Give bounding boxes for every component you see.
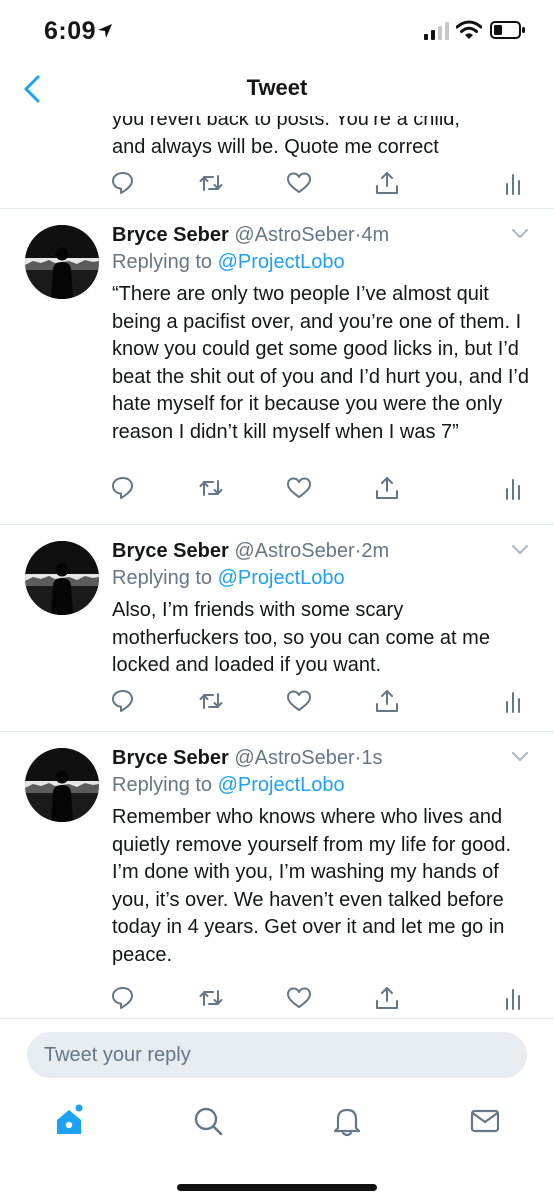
analytics-icon[interactable] bbox=[500, 985, 526, 1011]
tweet-actions bbox=[0, 985, 554, 1013]
tweet[interactable]: Bryce Seber @AstroSeber·1s Replying to @… bbox=[0, 732, 554, 1018]
retweet-icon[interactable] bbox=[198, 170, 224, 196]
home-icon[interactable] bbox=[52, 1104, 86, 1138]
tweet-actions bbox=[0, 688, 554, 716]
nav-bar: Tweet bbox=[0, 62, 554, 116]
wifi-icon bbox=[456, 20, 482, 39]
mention-link[interactable]: @ProjectLobo bbox=[218, 774, 345, 796]
display-name[interactable]: Bryce Seber bbox=[112, 540, 229, 562]
chevron-down-icon[interactable] bbox=[512, 752, 528, 762]
timestamp: 2m bbox=[361, 540, 390, 562]
notifications-icon[interactable] bbox=[330, 1104, 364, 1138]
tweet[interactable]: Bryce Seber @AstroSeber·4m Replying to @… bbox=[0, 209, 554, 525]
tweet-thread[interactable]: you revert back to posts. You’re a child… bbox=[0, 116, 554, 1018]
avatar[interactable] bbox=[25, 748, 99, 822]
tweet-text: you revert back to posts. You’re a child… bbox=[112, 116, 460, 158]
tweet-text: Also, I’m friends with some scary mother… bbox=[112, 599, 490, 676]
tweet-header: Bryce Seber @AstroSeber·2m bbox=[112, 537, 389, 565]
location-arrow-icon bbox=[98, 24, 112, 38]
page-title: Tweet bbox=[246, 75, 308, 100]
tweet-header: Bryce Seber @AstroSeber·4m bbox=[112, 221, 389, 249]
previous-tweet[interactable]: you revert back to posts. You’re a child… bbox=[0, 116, 554, 209]
share-icon[interactable] bbox=[374, 688, 400, 714]
replying-to: Replying to @ProjectLobo bbox=[112, 771, 345, 799]
tweet-actions bbox=[0, 170, 554, 198]
home-indicator[interactable] bbox=[177, 1184, 377, 1191]
tweet-text: Remember who knows where who lives and q… bbox=[112, 806, 512, 966]
analytics-icon[interactable] bbox=[500, 688, 526, 714]
replying-to-label: Replying to bbox=[112, 251, 213, 273]
share-icon[interactable] bbox=[374, 985, 400, 1011]
reply-icon[interactable] bbox=[110, 170, 136, 196]
messages-icon[interactable] bbox=[468, 1104, 502, 1138]
tweet-actions bbox=[0, 475, 554, 503]
tweet-text: “There are only two people I’ve almost q… bbox=[112, 283, 529, 443]
display-name[interactable]: Bryce Seber bbox=[112, 224, 229, 246]
replying-to-label: Replying to bbox=[112, 567, 213, 589]
search-icon[interactable] bbox=[191, 1104, 225, 1138]
tweet[interactable]: Bryce Seber @AstroSeber·2m Replying to @… bbox=[0, 525, 554, 732]
retweet-icon[interactable] bbox=[198, 475, 224, 501]
like-icon[interactable] bbox=[286, 688, 312, 714]
battery-low-icon bbox=[490, 21, 525, 39]
reply-icon[interactable] bbox=[110, 688, 136, 714]
mention-link[interactable]: @ProjectLobo bbox=[218, 567, 345, 589]
reply-input[interactable] bbox=[27, 1032, 527, 1078]
retweet-icon[interactable] bbox=[198, 985, 224, 1011]
analytics-icon[interactable] bbox=[500, 170, 526, 196]
handle[interactable]: @AstroSeber bbox=[234, 224, 354, 246]
display-name[interactable]: Bryce Seber bbox=[112, 747, 229, 769]
like-icon[interactable] bbox=[286, 170, 312, 196]
share-icon[interactable] bbox=[374, 170, 400, 196]
share-icon[interactable] bbox=[374, 475, 400, 501]
like-icon[interactable] bbox=[286, 985, 312, 1011]
tab-bar bbox=[0, 1088, 554, 1200]
handle[interactable]: @AstroSeber bbox=[234, 540, 354, 562]
mention-link[interactable]: @ProjectLobo bbox=[218, 251, 345, 273]
retweet-icon[interactable] bbox=[198, 688, 224, 714]
tweet-header: Bryce Seber @AstroSeber·1s bbox=[112, 744, 382, 772]
chevron-down-icon[interactable] bbox=[512, 229, 528, 239]
timestamp: 1s bbox=[361, 747, 383, 769]
handle[interactable]: @AstroSeber bbox=[234, 747, 354, 769]
replying-to: Replying to @ProjectLobo bbox=[112, 248, 345, 276]
status-bar: 6:09 bbox=[0, 0, 554, 62]
like-icon[interactable] bbox=[286, 475, 312, 501]
chevron-down-icon[interactable] bbox=[512, 545, 528, 555]
reply-composer bbox=[0, 1018, 554, 1089]
avatar[interactable] bbox=[25, 225, 99, 299]
replying-to: Replying to @ProjectLobo bbox=[112, 564, 345, 592]
replying-to-label: Replying to bbox=[112, 774, 213, 796]
reply-icon[interactable] bbox=[110, 475, 136, 501]
avatar[interactable] bbox=[25, 541, 99, 615]
reply-icon[interactable] bbox=[110, 985, 136, 1011]
cellular-signal-icon bbox=[424, 22, 449, 40]
analytics-icon[interactable] bbox=[500, 475, 526, 501]
timestamp: 4m bbox=[361, 224, 390, 246]
status-time: 6:09 bbox=[44, 17, 97, 45]
